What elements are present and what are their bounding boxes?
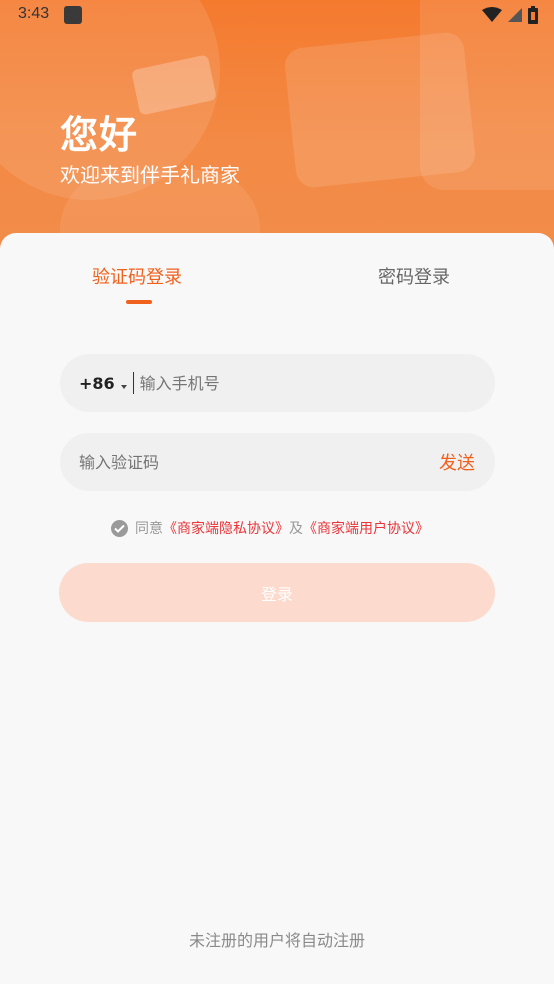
status-icons	[482, 6, 538, 24]
verification-code-input[interactable]	[79, 452, 279, 472]
login-button[interactable]: 登录	[59, 563, 495, 622]
app-notification-icon	[64, 6, 82, 24]
signal-icon	[508, 8, 522, 22]
status-bar: 3:43	[0, 0, 554, 30]
privacy-policy-link[interactable]: 《商家端隐私协议》	[163, 518, 289, 538]
header-banner: 3:43 您好 欢迎来到伴手礼商家	[0, 0, 554, 260]
status-time: 3:43	[18, 5, 50, 22]
tab-sms-login[interactable]: 验证码登录	[92, 263, 182, 289]
auto-register-note: 未注册的用户将自动注册	[188, 931, 365, 950]
country-code-select[interactable]: +86	[79, 374, 127, 393]
code-field: 发送	[60, 433, 495, 491]
input-divider	[132, 372, 134, 394]
greeting-title: 您好	[60, 113, 139, 157]
phone-field: +86	[60, 354, 495, 412]
country-code-label: +86	[79, 373, 115, 393]
wifi-icon	[482, 7, 502, 22]
login-panel: 验证码登录 密码登录 +86 发送 同意 《商家端隐私协议》 及 《商家端用户协…	[0, 233, 554, 984]
user-agreement-link[interactable]: 《商家端用户协议》	[303, 518, 429, 538]
send-code-button[interactable]: 发送	[439, 449, 475, 475]
greeting-subtitle: 欢迎来到伴手礼商家	[60, 163, 240, 187]
phone-input[interactable]	[139, 373, 340, 393]
chevron-down-icon	[120, 384, 127, 389]
tab-password-login[interactable]: 密码登录	[378, 263, 450, 289]
agreement-and: 及	[289, 521, 303, 537]
agreement-prefix: 同意	[135, 521, 163, 537]
battery-icon	[528, 6, 538, 24]
agreement-row: 同意 《商家端隐私协议》 及 《商家端用户协议》	[111, 518, 429, 538]
check-icon[interactable]	[111, 519, 128, 537]
tab-indicator	[126, 300, 152, 304]
